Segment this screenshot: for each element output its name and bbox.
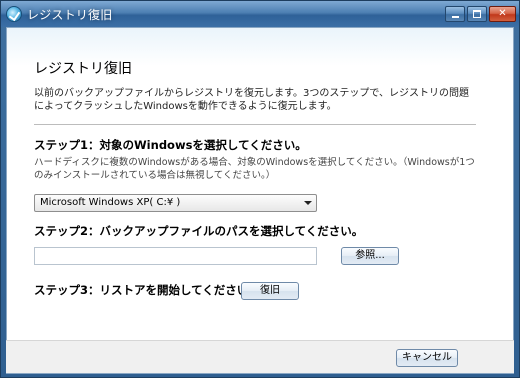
restore-check-icon xyxy=(6,6,22,22)
app-window: レジストリ復旧 レジストリ復旧 以前のバックアップファイルからレジストリを復元し… xyxy=(0,0,520,378)
title-bar[interactable]: レジストリ復旧 xyxy=(1,1,519,27)
backup-path-input[interactable] xyxy=(34,247,317,265)
footer-bar: キャンセル xyxy=(6,341,514,373)
browse-button[interactable]: 参照... xyxy=(341,247,399,265)
window-title: レジストリ復旧 xyxy=(27,8,113,22)
chevron-down-icon[interactable] xyxy=(304,201,312,205)
step1-label: ステップ1：対象のWindowsを選択してください。 xyxy=(34,138,307,152)
restore-button[interactable]: 復旧 xyxy=(241,282,299,300)
step3-label: ステップ3：リストアを開始してください。 xyxy=(34,283,260,297)
windows-select[interactable]: Microsoft Windows XP( C:¥ ) xyxy=(34,194,317,212)
minimize-button[interactable] xyxy=(445,6,465,22)
maximize-button[interactable] xyxy=(467,6,487,22)
close-button[interactable] xyxy=(489,6,516,22)
step2-label: ステップ2：バックアップファイルのパスを選択してください。 xyxy=(34,224,364,238)
divider xyxy=(34,124,476,125)
cancel-button[interactable]: キャンセル xyxy=(396,349,458,367)
page-title: レジストリ復旧 xyxy=(34,61,132,77)
step1-hint: ハードディスクに複数のWindowsがある場合、対象のWindowsを選択してく… xyxy=(34,157,475,181)
windows-select-value: Microsoft Windows XP( C:¥ ) xyxy=(40,197,181,208)
description-text: 以前のバックアップファイルからレジストリを復元します。3つのステップで、レジスト… xyxy=(34,88,469,112)
